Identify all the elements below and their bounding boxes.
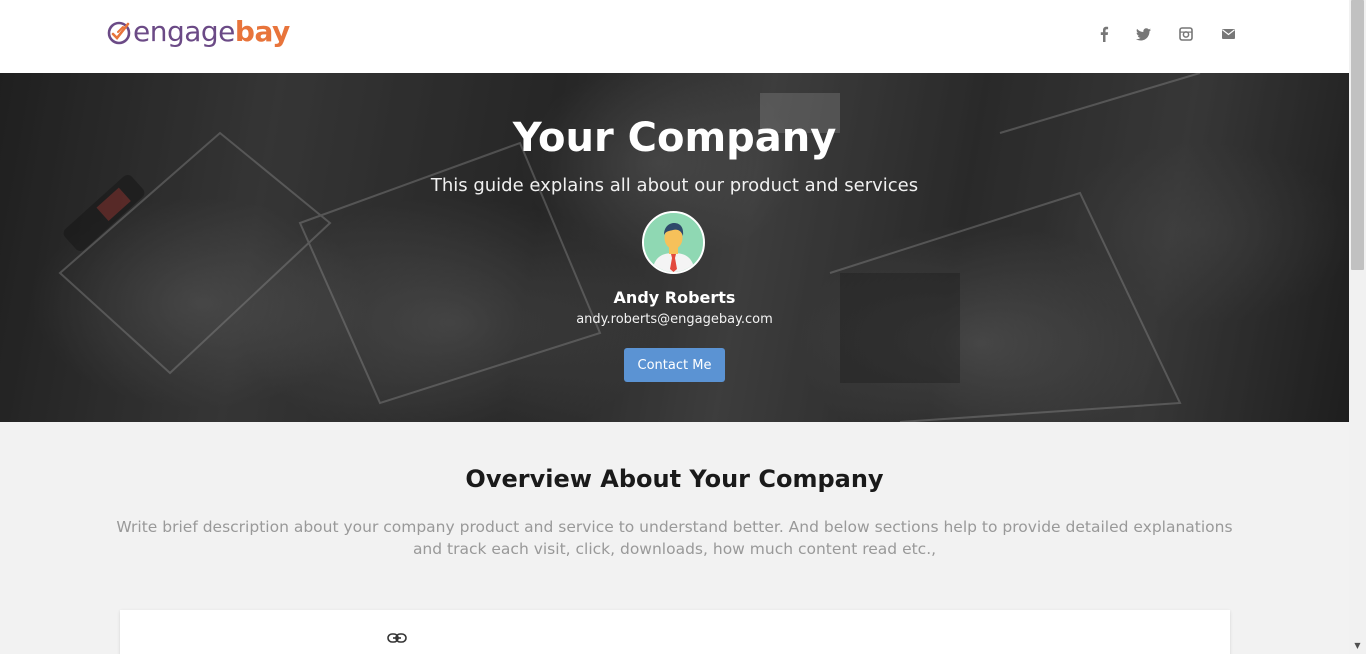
page: engagebay Your Company This guide explai…	[0, 0, 1349, 654]
scroll-down-arrow-icon[interactable]: ▼	[1349, 637, 1366, 654]
facebook-icon[interactable]	[1095, 24, 1113, 44]
engagebay-logo[interactable]: engagebay	[106, 15, 290, 49]
link-icon[interactable]	[387, 631, 407, 645]
logo-text: engagebay	[133, 15, 290, 48]
overview-title: Overview About Your Company	[465, 465, 884, 493]
hero-banner: Your Company This guide explains all abo…	[0, 73, 1349, 422]
top-navbar: engagebay	[0, 0, 1349, 73]
avatar	[642, 211, 705, 274]
mail-icon[interactable]	[1219, 24, 1237, 44]
page-scrollbar[interactable]: ▼	[1349, 0, 1366, 654]
hero-subtitle: This guide explains all about our produc…	[430, 175, 919, 196]
twitter-icon[interactable]	[1134, 24, 1152, 44]
overview-description: Write brief description about your compa…	[116, 518, 1233, 558]
contact-me-button[interactable]: Contact Me	[624, 348, 725, 382]
person-name: Andy Roberts	[613, 288, 736, 307]
logo-mark-icon	[107, 21, 131, 45]
person-email: andy.roberts@engagebay.com	[576, 312, 773, 327]
content-card	[120, 610, 1230, 654]
scrollbar-thumb[interactable]	[1351, 0, 1364, 270]
person-avatar-icon	[644, 213, 703, 272]
hero-title: Your Company	[512, 115, 837, 161]
instagram-icon[interactable]	[1177, 24, 1195, 44]
